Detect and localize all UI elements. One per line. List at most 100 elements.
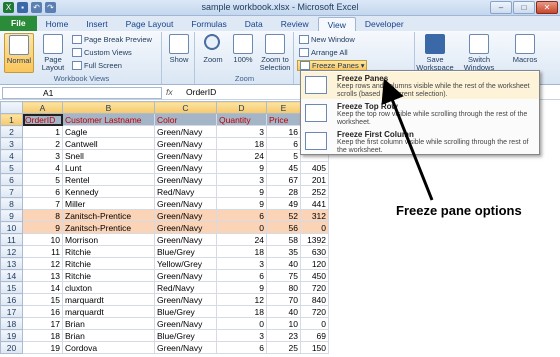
cell[interactable]: 0 [300,317,329,330]
minimize-button[interactable]: – [490,1,512,14]
cell[interactable]: Yellow/Grey [154,257,217,270]
cell[interactable]: marquardt [62,305,155,318]
cell[interactable]: 24 [216,233,267,246]
row-header[interactable]: 17 [0,305,23,318]
cell[interactable]: Green/Navy [154,269,217,282]
cell[interactable]: 441 [300,197,329,210]
cell[interactable]: 16 [22,305,63,318]
cell[interactable]: 18 [22,329,63,342]
cell[interactable]: Cantwell [62,137,155,150]
cell[interactable]: Customer Lastname [62,113,155,126]
cell[interactable]: 405 [300,161,329,174]
cell[interactable]: 18 [216,137,267,150]
cell[interactable]: 840 [300,293,329,306]
full-screen-button[interactable]: Full Screen [72,60,122,71]
fx-icon[interactable]: fx [166,87,173,97]
show-button[interactable]: Show [164,33,194,73]
row-header[interactable]: 5 [0,161,23,174]
cell[interactable]: 40 [266,305,301,318]
cell[interactable]: Green/Navy [154,221,217,234]
cell[interactable]: Miller [62,197,155,210]
cell[interactable]: 40 [266,257,301,270]
row-header[interactable]: 15 [0,281,23,294]
cell[interactable]: Green/Navy [154,161,217,174]
cell[interactable]: 150 [300,341,329,354]
cell[interactable]: 9 [216,197,267,210]
cell[interactable]: Snell [62,149,155,162]
cell[interactable]: 120 [300,257,329,270]
cell[interactable]: Green/Navy [154,137,217,150]
cell[interactable]: 23 [266,329,301,342]
row-header[interactable]: 14 [0,269,23,282]
cell[interactable]: 18 [216,305,267,318]
cell[interactable]: 201 [300,173,329,186]
cell[interactable]: Green/Navy [154,209,217,222]
column-header-a[interactable]: A [22,101,63,114]
switch-windows-button[interactable]: Switch Windows [458,33,500,73]
row-header[interactable]: 1 [0,113,23,126]
tab-data[interactable]: Data [236,17,272,31]
column-header-b[interactable]: B [62,101,155,114]
cell[interactable]: 6 [266,137,301,150]
tab-file[interactable]: File [0,16,37,31]
cell[interactable]: Brian [62,317,155,330]
cell[interactable]: 5 [266,149,301,162]
cell[interactable]: 56 [266,221,301,234]
cell[interactable]: 9 [216,161,267,174]
cell[interactable]: Zanitsch-Prentice [62,209,155,222]
cell[interactable]: 3 [22,149,63,162]
cell[interactable]: 12 [216,293,267,306]
cell[interactable]: 19 [22,341,63,354]
cell[interactable]: Rentel [62,173,155,186]
row-header[interactable]: 8 [0,197,23,210]
cell[interactable]: 5 [22,173,63,186]
cell[interactable]: 35 [266,245,301,258]
cell[interactable]: 45 [266,161,301,174]
cell[interactable]: 52 [266,209,301,222]
save-workspace-button[interactable]: Save Workspace [416,33,454,73]
freeze-first-column-option[interactable]: Freeze First Column Keep the first colum… [301,128,539,155]
row-header[interactable]: 2 [0,125,23,138]
row-header[interactable]: 6 [0,173,23,186]
cell[interactable]: 49 [266,197,301,210]
tab-view[interactable]: View [317,17,356,31]
cell[interactable]: 67 [266,173,301,186]
cell[interactable]: 3 [216,125,267,138]
cell[interactable]: Green/Navy [154,317,217,330]
zoom-100-button[interactable]: 100% [228,33,258,73]
cell[interactable]: Lunt [62,161,155,174]
cell[interactable]: 6 [216,341,267,354]
cell[interactable]: 630 [300,245,329,258]
tab-review[interactable]: Review [272,17,318,31]
cell[interactable]: Blue/Grey [154,305,217,318]
cell[interactable]: Ritchie [62,257,155,270]
cell[interactable]: 4 [22,161,63,174]
cell[interactable]: Blue/Grey [154,245,217,258]
row-header[interactable]: 12 [0,245,23,258]
column-header-d[interactable]: D [216,101,267,114]
page-layout-view-button[interactable]: Page Layout [38,33,68,73]
cell[interactable]: 24 [216,149,267,162]
column-header-c[interactable]: C [154,101,217,114]
tab-developer[interactable]: Developer [356,17,413,31]
row-header[interactable]: 19 [0,329,23,342]
row-header[interactable]: 7 [0,185,23,198]
cell[interactable]: 9 [216,281,267,294]
freeze-panes-option[interactable]: Freeze Panes Keep rows and columns visib… [301,72,539,99]
tab-home[interactable]: Home [37,17,78,31]
cell[interactable]: 18 [216,245,267,258]
cell[interactable]: Green/Navy [154,197,217,210]
cell[interactable]: Ritchie [62,245,155,258]
cell[interactable]: 10 [22,233,63,246]
cell[interactable]: 2 [22,137,63,150]
cell[interactable]: 12 [22,257,63,270]
cell[interactable]: cluxton [62,281,155,294]
row-header[interactable]: 11 [0,233,23,246]
cell[interactable]: marquardt [62,293,155,306]
row-header[interactable]: 4 [0,149,23,162]
cell[interactable]: 720 [300,305,329,318]
cell[interactable]: 15 [22,293,63,306]
cell[interactable]: 3 [216,257,267,270]
cell[interactable]: 720 [300,281,329,294]
cell[interactable]: 0 [300,221,329,234]
